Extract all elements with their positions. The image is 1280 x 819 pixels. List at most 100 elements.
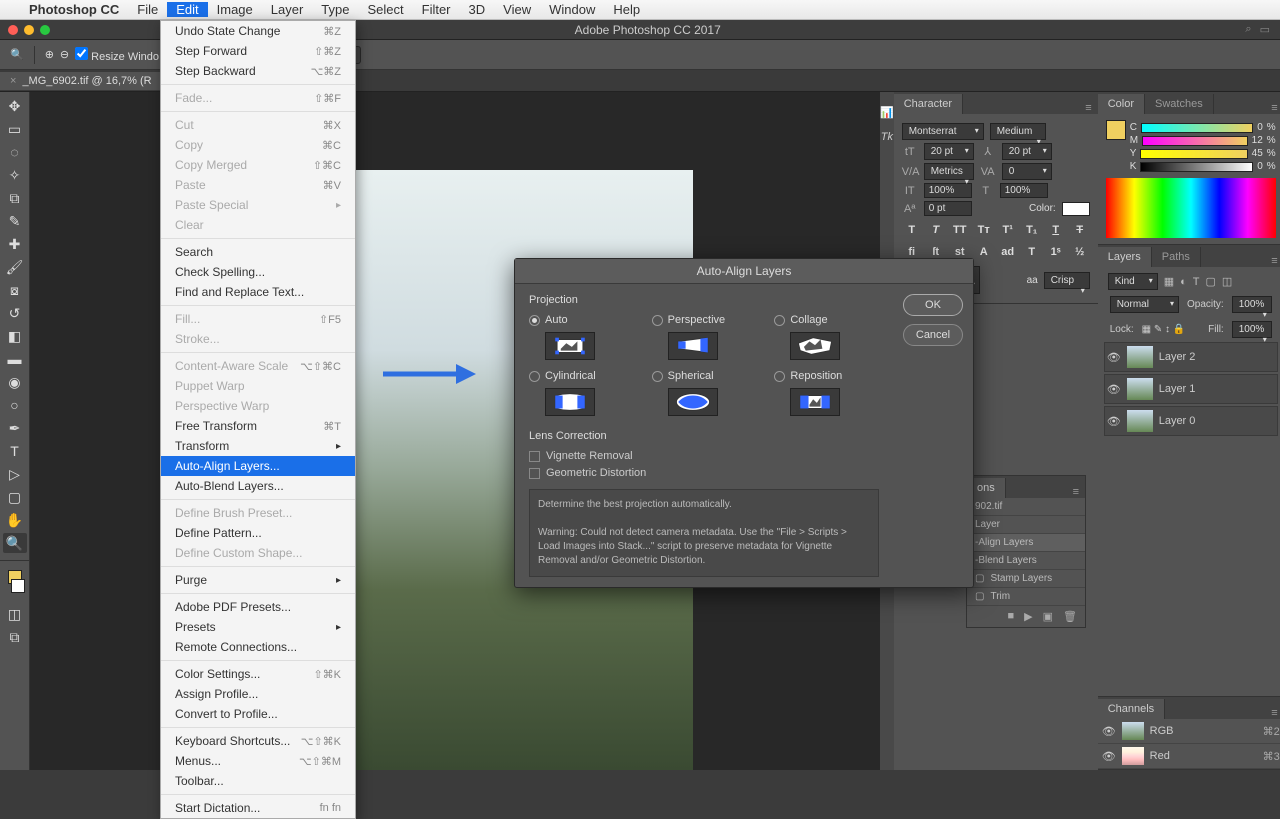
menu-item[interactable]: Menus...⌥⇧⌘M [161,751,355,771]
color-spectrum[interactable] [1106,178,1276,238]
menu-item[interactable]: Find and Replace Text... [161,282,355,302]
visibility-icon[interactable]: 👁 [1102,750,1116,763]
font-weight-select[interactable]: Medium [990,123,1046,140]
underline-button[interactable]: T [1046,222,1066,238]
quickmask-icon[interactable]: ◫ [3,604,27,624]
close-tab-icon[interactable]: × [10,75,16,87]
screenmode-icon[interactable]: ⧉ [3,627,27,647]
italic-button[interactable]: T [926,222,946,238]
menu-item[interactable]: Purge [161,570,355,590]
zoom-out-icon[interactable]: ⊖ [60,48,69,61]
filter-kind[interactable]: Kind [1108,273,1158,290]
menu-item[interactable]: Color Settings...⇧⌘K [161,664,355,684]
search-icon[interactable]: ⌕ [1245,23,1251,36]
menu-edit[interactable]: Edit [167,2,207,17]
crop-tool-icon[interactable]: ⧉ [3,188,27,208]
ok-button[interactable]: OK [903,294,963,316]
cancel-button[interactable]: Cancel [903,324,963,346]
menu-item[interactable]: Adobe PDF Presets... [161,597,355,617]
stamp-tool-icon[interactable]: ⧇ [3,280,27,300]
menu-3d[interactable]: 3D [460,2,495,17]
tab-paths[interactable]: Paths [1152,247,1201,267]
visibility-icon[interactable]: 👁 [1107,415,1121,428]
histogram-icon[interactable]: 📊 [880,106,894,119]
zoom-tool-icon[interactable]: 🔍 [3,533,27,553]
heal-tool-icon[interactable]: ✚ [3,234,27,254]
type-tool-icon[interactable]: T [3,441,27,461]
font-family-select[interactable]: Montserrat [902,123,984,140]
panel-menu-icon[interactable]: ≡ [1265,707,1280,719]
menu-view[interactable]: View [494,2,540,17]
layer-row[interactable]: 👁 Layer 1 [1104,374,1278,404]
glyphs-icon[interactable]: Tk [881,131,893,143]
wand-tool-icon[interactable]: ✧ [3,165,27,185]
visibility-icon[interactable]: 👁 [1102,725,1116,738]
move-tool-icon[interactable]: ✥ [3,96,27,116]
maximize-icon[interactable] [40,25,50,35]
window-controls[interactable] [0,25,50,35]
background-swatch[interactable] [11,579,25,593]
brush-tool-icon[interactable]: 🖌 [3,257,27,277]
visibility-icon[interactable]: 👁 [1107,351,1121,364]
minimize-icon[interactable] [24,25,34,35]
menu-help[interactable]: Help [604,2,649,17]
blend-mode[interactable]: Normal [1110,296,1179,313]
channel-row[interactable]: 👁 Red ⌘3 [1098,744,1280,769]
play-icon[interactable]: ▶ [1024,610,1032,623]
projection-option[interactable]: Reposition [774,370,879,416]
leading[interactable]: 20 pt [1002,143,1052,160]
menu-item[interactable]: Auto-Blend Layers... [161,476,355,496]
pen-tool-icon[interactable]: ✒ [3,418,27,438]
bold-button[interactable]: T [902,222,922,238]
lasso-tool-icon[interactable]: ◌ [3,142,27,162]
projection-option[interactable]: Cylindrical [529,370,634,416]
filter-adjust-icon[interactable]: ◐ [1180,276,1187,288]
menu-item[interactable]: Undo State Change⌘Z [161,21,355,41]
layer-row[interactable]: 👁 Layer 2 [1104,342,1278,372]
marquee-tool-icon[interactable]: ▭ [3,119,27,139]
menu-item[interactable]: Start Dictation...fn fn [161,798,355,818]
geom-checkbox[interactable]: Geometric Distortion [529,467,879,479]
menu-item[interactable]: Step Backward⌥⌘Z [161,61,355,81]
menu-item[interactable]: Define Pattern... [161,523,355,543]
menu-window[interactable]: Window [540,2,604,17]
history-brush-icon[interactable]: ↺ [3,303,27,323]
menu-filter[interactable]: Filter [413,2,460,17]
eyedropper-tool-icon[interactable]: ✎ [3,211,27,231]
projection-option[interactable]: Auto [529,314,634,360]
layer-row[interactable]: 👁 Layer 0 [1104,406,1278,436]
menu-item[interactable]: Transform [161,436,355,456]
font-size[interactable]: 20 pt [924,143,974,160]
menu-item[interactable]: Remote Connections... [161,637,355,657]
visibility-icon[interactable]: 👁 [1107,383,1121,396]
menu-layer[interactable]: Layer [262,2,313,17]
menu-item[interactable]: Check Spelling... [161,262,355,282]
fg-color-swatch[interactable] [1106,120,1126,140]
menu-item[interactable]: Step Forward⇧⌘Z [161,41,355,61]
path-tool-icon[interactable]: ▷ [3,464,27,484]
strike-button[interactable]: T [1070,222,1090,238]
panel-menu-icon[interactable]: ≡ [1079,102,1097,114]
menu-item[interactable]: Keyboard Shortcuts...⌥⇧⌘K [161,731,355,751]
menu-file[interactable]: File [128,2,167,17]
menu-item[interactable]: Toolbar... [161,771,355,791]
menu-image[interactable]: Image [208,2,262,17]
close-icon[interactable] [8,25,18,35]
text-color-swatch[interactable] [1062,202,1090,216]
menu-item[interactable]: Convert to Profile... [161,704,355,724]
projection-option[interactable]: Spherical [652,370,757,416]
dodge-tool-icon[interactable]: ○ [3,395,27,415]
menu-item[interactable]: Presets [161,617,355,637]
tab-swatches[interactable]: Swatches [1145,94,1214,114]
menu-item[interactable]: Search [161,242,355,262]
tracking[interactable]: 0 [1002,163,1052,180]
filter-smart-icon[interactable]: ◫ [1222,275,1232,288]
subscript-button[interactable]: T₁ [1022,222,1042,238]
app-name[interactable]: Photoshop CC [20,2,128,17]
resize-checkbox[interactable]: Resize Windo [75,47,159,63]
menu-select[interactable]: Select [358,2,412,17]
fill-opacity[interactable]: 100% [1232,321,1272,338]
projection-option[interactable]: Collage [774,314,879,360]
opacity[interactable]: 100% [1232,296,1272,313]
zoom-tool-icon[interactable]: 🔍 [10,48,24,61]
